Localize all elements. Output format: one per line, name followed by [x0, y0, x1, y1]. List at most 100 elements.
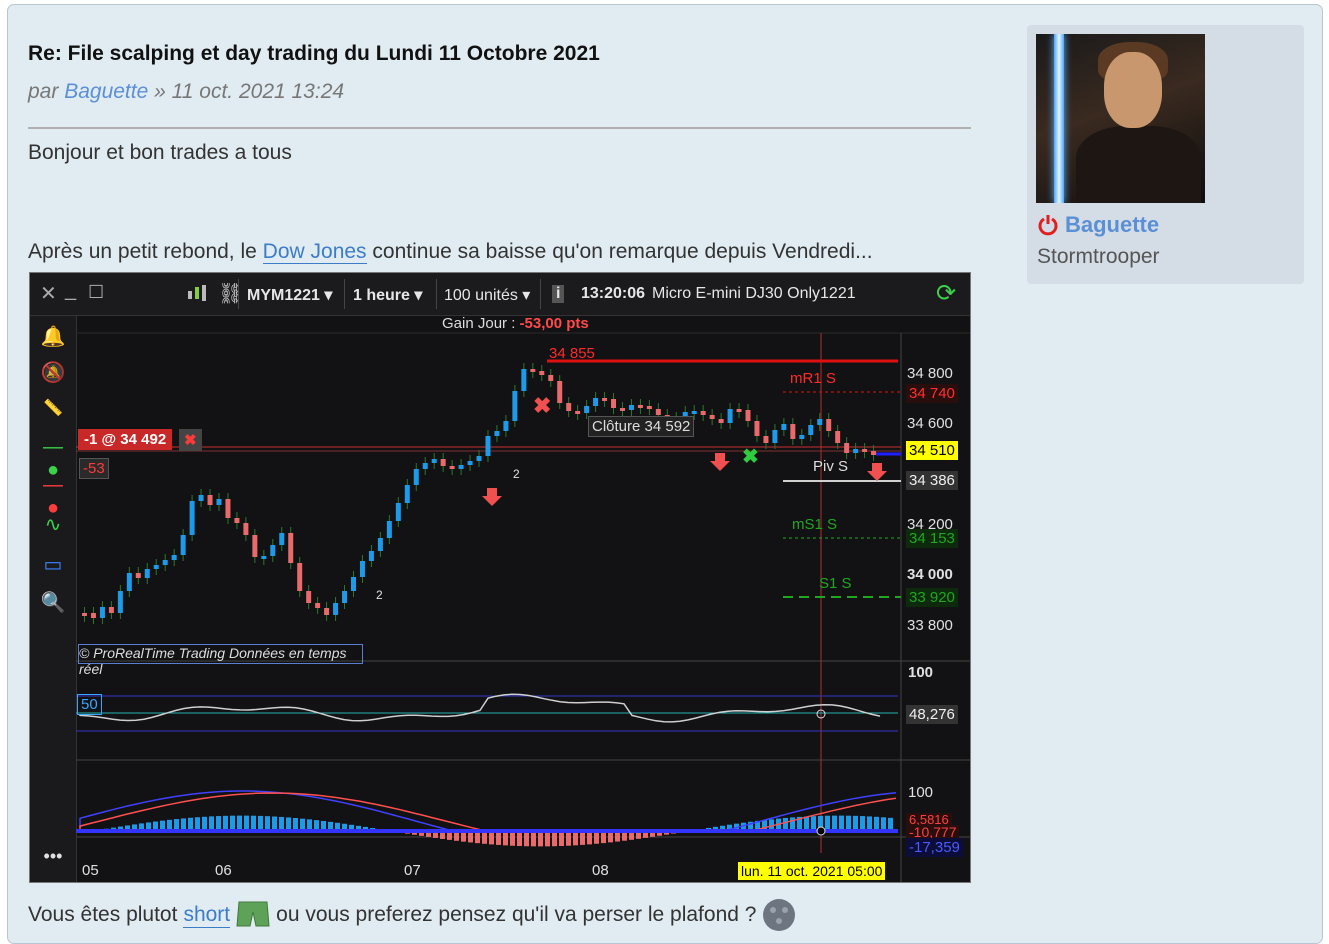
candle: [611, 399, 617, 408]
candle: [485, 436, 491, 456]
candle: [404, 485, 410, 503]
candle: [790, 424, 796, 439]
candle: [395, 503, 401, 521]
candle: [835, 431, 841, 443]
candle: [252, 535, 258, 557]
candle: [359, 561, 365, 577]
macd-bar: [804, 816, 809, 831]
candle: [575, 411, 581, 414]
macd-bar: [202, 816, 207, 831]
profile-username[interactable]: Baguette: [1037, 212, 1159, 238]
candle: [727, 409, 733, 423]
macd-bar: [216, 816, 221, 831]
candle: [530, 369, 536, 372]
position-pnl: -53: [79, 458, 109, 479]
post-byline: par Baguette » 11 oct. 2021 13:24: [28, 80, 344, 104]
candle: [844, 443, 850, 453]
macd-bar: [279, 816, 284, 831]
macd-bar: [846, 815, 851, 831]
ms1-label: mS1 S: [792, 516, 838, 533]
candle: [180, 535, 186, 555]
macd-bar: [790, 817, 795, 831]
marker-label: 2: [513, 467, 520, 481]
candle: [566, 403, 572, 411]
candle: [135, 573, 141, 578]
short-link[interactable]: short: [183, 903, 231, 928]
macd-bar: [230, 815, 235, 831]
candle: [602, 398, 608, 401]
candle: [117, 591, 123, 613]
candle: [413, 469, 419, 485]
y-tick: 34 000: [907, 566, 953, 583]
macd-cursor: [816, 826, 826, 836]
macd-bar: [286, 817, 291, 831]
macd-bar: [531, 831, 536, 847]
candle: [503, 421, 509, 431]
candle: [440, 459, 446, 466]
macd-bar: [839, 815, 844, 831]
macd-bar: [573, 831, 578, 846]
candle: [817, 419, 823, 425]
macd-bar: [811, 816, 816, 831]
mr1-value: 34 740: [906, 384, 958, 403]
macd-bar: [867, 816, 872, 831]
candle: [216, 499, 222, 505]
macd-v3: -17,359: [906, 838, 963, 857]
candle: [548, 375, 554, 381]
rsi-line: [79, 693, 881, 723]
macd-bar: [860, 816, 865, 831]
profile-username-text[interactable]: Baguette: [1065, 212, 1159, 238]
y-tick: 34 600: [907, 415, 953, 432]
pivot-value: 34 386: [906, 471, 958, 490]
candle: [718, 419, 724, 423]
candle: [754, 421, 760, 436]
candle: [82, 613, 87, 616]
post-title[interactable]: Re: File scalping et day trading du Lund…: [28, 42, 600, 66]
avatar[interactable]: [1036, 34, 1205, 203]
macd-bar: [587, 831, 592, 845]
ms1-value: 34 153: [906, 529, 958, 548]
footer-before: Vous êtes plutot: [28, 903, 178, 926]
last-price: 34 510: [906, 441, 958, 460]
x-tick: 06: [215, 862, 232, 879]
cursor-date: lun. 11 oct. 2021 05:00: [738, 862, 886, 880]
para-before: Après un petit rebond, le: [28, 240, 257, 263]
marker-label: 2: [376, 588, 383, 602]
macd-bar: [223, 815, 228, 831]
profile-rank: Stormtrooper: [1037, 245, 1160, 268]
candle: [368, 551, 374, 561]
close-position-icon[interactable]: ✖: [179, 429, 202, 451]
candle: [494, 431, 500, 436]
candle: [449, 466, 455, 469]
post-date: » 11 oct. 2021 13:24: [154, 80, 345, 103]
candle: [700, 411, 706, 415]
macd-bar: [552, 831, 557, 847]
macd-bar: [251, 815, 256, 831]
macd-bar: [832, 815, 837, 831]
candle: [593, 398, 599, 406]
candle: [198, 495, 204, 501]
candle: [637, 405, 643, 408]
cloture-label: Clôture 34 592: [588, 416, 695, 437]
macd-bar: [545, 831, 550, 847]
macd-bar: [265, 816, 270, 831]
watermark: © ProRealTime Trading Données en temps r…: [78, 644, 363, 677]
candle: [333, 603, 339, 615]
candle: [422, 463, 428, 469]
entry-cross: ✖: [742, 446, 759, 468]
candle: [781, 424, 787, 430]
candle: [853, 449, 859, 453]
macd-bar: [566, 831, 571, 846]
candle: [628, 405, 634, 410]
candle: [431, 459, 437, 463]
dow-jones-link[interactable]: Dow Jones: [262, 240, 367, 264]
position-label[interactable]: -1 @ 34 492: [78, 429, 173, 450]
candle: [342, 591, 348, 603]
macd-bar: [559, 831, 564, 847]
candle: [539, 371, 545, 375]
y-tick: 33 800: [907, 617, 953, 634]
candle: [584, 406, 590, 413]
macd-bar: [489, 831, 494, 845]
author-link[interactable]: Baguette: [64, 80, 148, 103]
candle: [153, 565, 159, 569]
